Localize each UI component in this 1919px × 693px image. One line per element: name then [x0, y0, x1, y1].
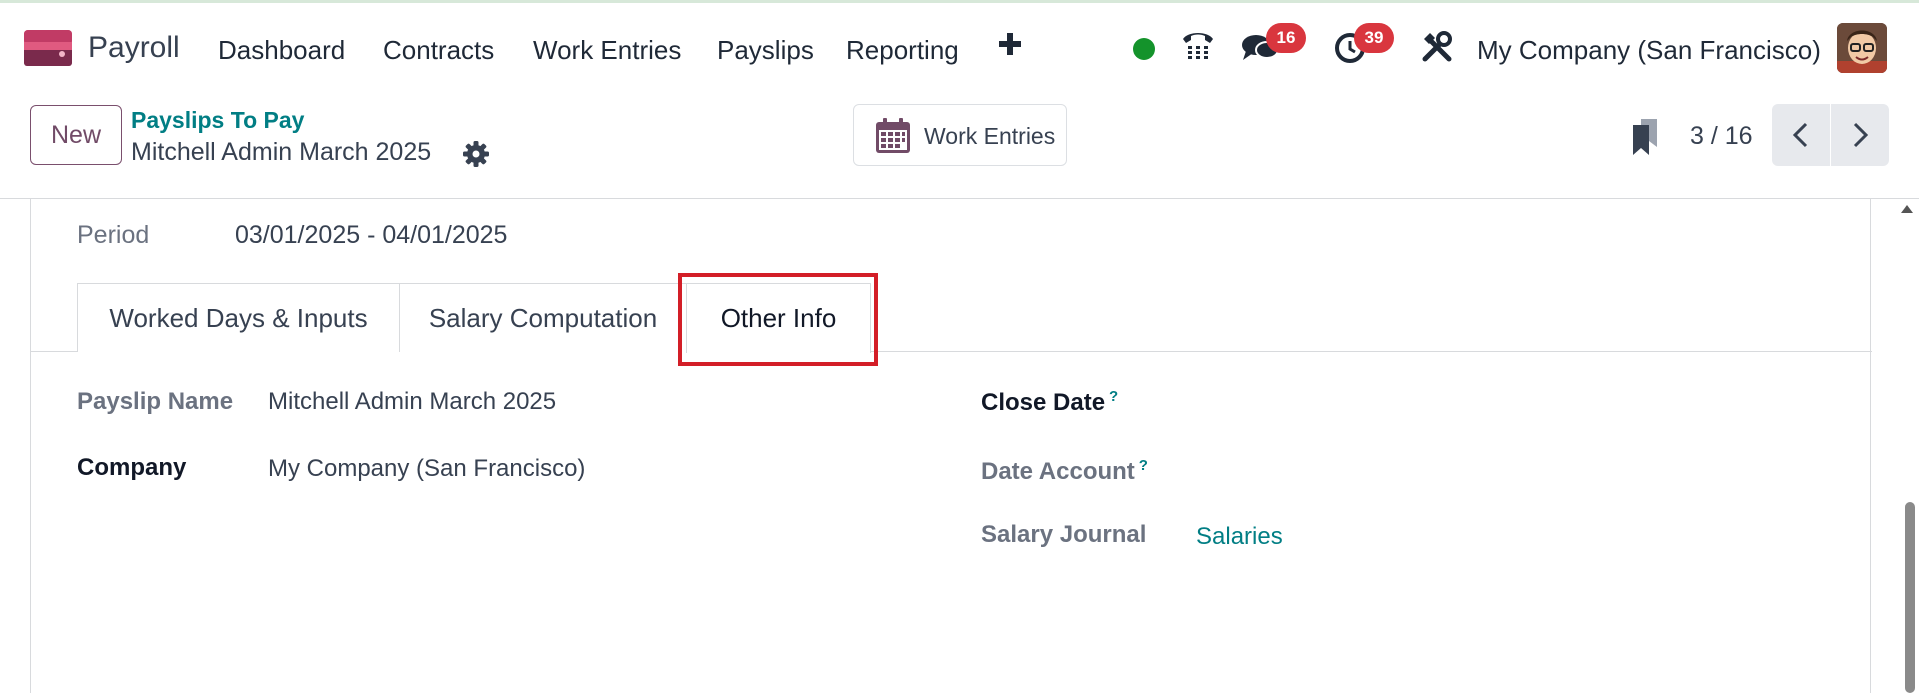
- chevron-right-icon: [1853, 122, 1869, 148]
- form-sheet: Period 03/01/2025 - 04/01/2025 Worked Da…: [30, 199, 1872, 693]
- period-label: Period: [77, 221, 150, 249]
- scroll-up-arrow-icon[interactable]: [1901, 205, 1913, 213]
- record-title: Mitchell Admin March 2025: [131, 138, 432, 166]
- salary-journal-field[interactable]: Salaries: [1196, 523, 1283, 551]
- menu-reporting[interactable]: Reporting: [846, 35, 959, 66]
- status-online-icon[interactable]: [1133, 38, 1155, 60]
- tab-other-info[interactable]: Other Info: [686, 283, 871, 353]
- menu-contracts[interactable]: Contracts: [383, 35, 494, 66]
- pager-next-button[interactable]: [1831, 104, 1889, 166]
- close-date-label: Close Date?: [981, 388, 1118, 417]
- pager-previous-button[interactable]: [1772, 104, 1830, 166]
- gear-icon[interactable]: [463, 141, 489, 167]
- date-account-label-text: Date Account: [981, 458, 1135, 485]
- salary-journal-label: Salary Journal: [981, 521, 1147, 548]
- work-entries-label: Work Entries: [924, 123, 1056, 149]
- bookmark-icon[interactable]: [1631, 119, 1661, 155]
- tab-salary-computation[interactable]: Salary Computation: [399, 283, 687, 352]
- menu-work-entries[interactable]: Work Entries: [533, 35, 681, 66]
- control-panel: New Payslips To Pay Mitchell Admin March…: [0, 90, 1919, 199]
- help-icon[interactable]: ?: [1109, 388, 1118, 405]
- new-button[interactable]: New: [30, 105, 122, 165]
- main-navbar: Payroll Dashboard Contracts Work Entries…: [0, 3, 1919, 90]
- payslip-name-label: Payslip Name: [77, 388, 234, 415]
- close-date-label-text: Close Date: [981, 389, 1106, 416]
- help-icon[interactable]: ?: [1139, 457, 1148, 474]
- calendar-icon: [876, 118, 910, 153]
- chevron-left-icon: [1792, 122, 1808, 148]
- scrollbar-thumb[interactable]: [1905, 502, 1915, 693]
- tab-worked-days-inputs[interactable]: Worked Days & Inputs: [77, 283, 400, 352]
- company-label: Company: [77, 454, 187, 481]
- payroll-app-icon[interactable]: [24, 30, 72, 66]
- activities-count-badge: 39: [1354, 23, 1394, 53]
- app-name[interactable]: Payroll: [88, 31, 180, 65]
- menu-payslips[interactable]: Payslips: [717, 35, 814, 66]
- menu-dashboard[interactable]: Dashboard: [218, 35, 345, 66]
- breadcrumb-payslips-to-pay[interactable]: Payslips To Pay: [131, 107, 304, 134]
- phone-icon[interactable]: [1180, 29, 1216, 63]
- plus-icon[interactable]: [999, 33, 1021, 55]
- work-entries-button[interactable]: Work Entries: [853, 104, 1067, 166]
- company-switcher[interactable]: My Company (San Francisco): [1477, 35, 1821, 66]
- user-avatar[interactable]: [1837, 23, 1887, 73]
- period-value[interactable]: 03/01/2025 - 04/01/2025: [235, 221, 507, 250]
- messages-count-badge: 16: [1266, 23, 1306, 53]
- pager-value[interactable]: 3 / 16: [1690, 122, 1753, 151]
- payslip-name-field[interactable]: Mitchell Admin March 2025: [268, 388, 556, 416]
- date-account-label: Date Account?: [981, 457, 1148, 486]
- company-field[interactable]: My Company (San Francisco): [268, 455, 585, 483]
- tools-icon[interactable]: [1421, 31, 1453, 63]
